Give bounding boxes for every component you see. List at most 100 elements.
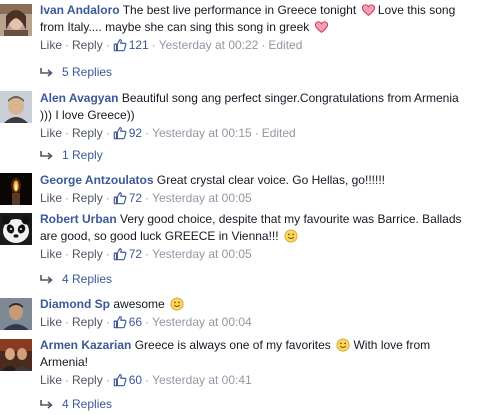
separator: · [105, 247, 110, 261]
comment-author[interactable]: Ivan Andaloro [40, 3, 120, 17]
separator: · [65, 247, 70, 261]
like-count-value: 66 [128, 315, 143, 329]
comment-author[interactable]: George Antzoulatos [40, 173, 154, 187]
panda-avatar-icon [0, 213, 32, 245]
group-avatar-icon [0, 339, 32, 371]
comment-text: Armen Kazarian Greece is always one of m… [40, 337, 473, 371]
like-count[interactable]: 66 [113, 315, 142, 329]
comment-text: Diamond Sp awesome [40, 296, 473, 313]
smiley-icon [170, 297, 184, 311]
comment-text: George Antzoulatos Great crystal clear v… [40, 172, 473, 189]
like-count[interactable]: 60 [113, 373, 142, 387]
woman-avatar-icon [0, 4, 32, 36]
comment-actions: Like · Reply · 72 · Yesterday at 00:05 [40, 190, 473, 206]
thumbs-up-icon [113, 127, 127, 140]
avatar[interactable] [0, 213, 32, 245]
comment-actions: Like · Reply · 72 · Yesterday at 00:05 [40, 246, 473, 262]
comment-author[interactable]: Armen Kazarian [40, 338, 131, 352]
avatar[interactable] [0, 91, 32, 123]
comment-text: Alen Avagyan Beautiful song ang perfect … [40, 90, 473, 124]
view-replies-link[interactable]: 5 Replies [40, 64, 112, 80]
like-count[interactable]: 121 [113, 38, 149, 52]
comment-actions: Like · Reply · 66 · Yesterday at 00:04 [40, 314, 473, 330]
like-count[interactable]: 72 [113, 247, 142, 261]
like-button[interactable]: Like [40, 315, 62, 329]
avatar[interactable] [0, 339, 32, 371]
like-count[interactable]: 72 [113, 191, 142, 205]
separator: · [145, 315, 150, 329]
separator: · [65, 373, 70, 387]
timestamp[interactable]: Yesterday at 00:41 [152, 373, 252, 387]
reply-button[interactable]: Reply [72, 315, 103, 329]
like-button[interactable]: Like [40, 126, 62, 140]
like-button[interactable]: Like [40, 191, 62, 205]
separator: · [145, 247, 150, 261]
avatar[interactable] [0, 298, 32, 330]
view-replies-link[interactable]: 4 Replies [40, 396, 112, 412]
like-button[interactable]: Like [40, 38, 62, 52]
separator: · [105, 315, 110, 329]
heart-icon [361, 4, 375, 16]
reply-arrow-icon [40, 68, 53, 77]
reply-arrow-icon [40, 275, 53, 284]
edited-label[interactable]: Edited [262, 126, 296, 140]
thumbs-up-icon [113, 374, 127, 387]
separator: · [254, 126, 259, 140]
timestamp[interactable]: Yesterday at 00:04 [152, 315, 252, 329]
reply-button[interactable]: Reply [72, 247, 103, 261]
separator: · [65, 126, 70, 140]
smiley-icon [336, 338, 350, 352]
avatar[interactable] [0, 4, 32, 36]
edited-label[interactable]: Edited [268, 38, 302, 52]
like-count-value: 121 [128, 38, 149, 52]
comment-author[interactable]: Robert Urban [40, 212, 117, 226]
separator: · [145, 373, 150, 387]
reply-button[interactable]: Reply [72, 373, 103, 387]
comment-message: The best live performance in Greece toni… [122, 3, 357, 17]
timestamp[interactable]: Yesterday at 00:22 [159, 38, 259, 52]
comment-text: Robert Urban Very good choice, despite t… [40, 211, 473, 245]
man-avatar-2-icon [0, 298, 32, 330]
comment-actions: Like · Reply · 60 · Yesterday at 00:41 [40, 372, 473, 388]
reply-button[interactable]: Reply [72, 38, 103, 52]
candle-avatar-icon [0, 173, 32, 205]
view-replies-link[interactable]: 1 Reply [40, 147, 103, 163]
like-count-value: 72 [128, 191, 143, 205]
separator: · [65, 315, 70, 329]
like-count[interactable]: 92 [113, 126, 142, 140]
reply-button[interactable]: Reply [72, 126, 103, 140]
replies-count: 1 Reply [62, 148, 103, 162]
like-count-value: 92 [128, 126, 143, 140]
replies-count: 4 Replies [62, 272, 113, 286]
timestamp[interactable]: Yesterday at 00:05 [152, 191, 252, 205]
comment-message: awesome [113, 297, 165, 311]
timestamp[interactable]: Yesterday at 00:15 [152, 126, 252, 140]
separator: · [261, 38, 266, 52]
comment-message: Greece is always one of my favorites [134, 338, 331, 352]
like-button[interactable]: Like [40, 247, 62, 261]
comment-actions: Like · Reply · 92 · Yesterday at 00:15 · Edited [40, 125, 473, 141]
reply-button[interactable]: Reply [72, 191, 103, 205]
separator: · [145, 126, 150, 140]
like-button[interactable]: Like [40, 373, 62, 387]
smiley-icon [284, 229, 298, 243]
heart-icon [314, 21, 328, 33]
thumbs-up-icon [113, 316, 127, 329]
separator: · [145, 191, 150, 205]
separator: · [105, 38, 110, 52]
comment-author[interactable]: Alen Avagyan [40, 91, 118, 105]
separator: · [105, 373, 110, 387]
comment-message: Great crystal clear voice. Go Hellas, go… [156, 173, 385, 187]
comment-actions: Like · Reply · 121 · Yesterday at 00:22 · Edited [40, 37, 473, 53]
man-avatar-icon [0, 91, 32, 123]
separator: · [151, 38, 156, 52]
separator: · [65, 191, 70, 205]
thumbs-up-icon [113, 39, 127, 52]
comment-author[interactable]: Diamond Sp [40, 297, 110, 311]
avatar[interactable] [0, 173, 32, 205]
comment-text: Ivan Andaloro The best live performance … [40, 2, 473, 36]
timestamp[interactable]: Yesterday at 00:05 [152, 247, 252, 261]
separator: · [105, 126, 110, 140]
view-replies-link[interactable]: 4 Replies [40, 271, 112, 287]
reply-arrow-icon [40, 151, 53, 160]
